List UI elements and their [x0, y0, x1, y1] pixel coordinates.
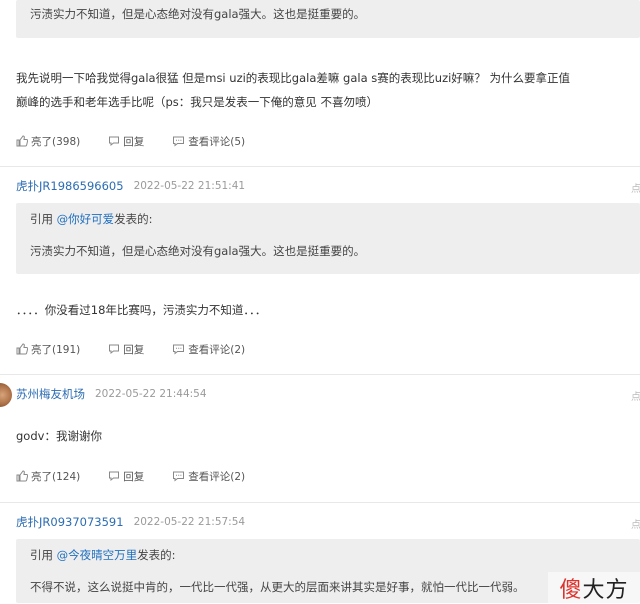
post-body: ．．．．你没看过18年比赛吗，污渍实力不知道．．．: [16, 303, 267, 317]
post-body-line: 巅峰的选手和老年选手比呢（ps：我只是发表一下俺的意见 不喜勿喷）: [16, 95, 378, 109]
post-header: 虎扑JR0937073591 2022-05-22 21:57:54: [16, 514, 245, 530]
comments-icon: [173, 344, 185, 355]
quote-text: 污渍实力不知道，但是心态绝对没有gala强大。这也是挺重要的。: [30, 244, 366, 258]
avatar[interactable]: [0, 383, 12, 407]
post-body-line: 我先说明一下哈我觉得gala很猛 但是msi uzi的表现比gala差嘛 gal…: [16, 71, 570, 85]
post-header: 苏州梅友机场 2022-05-22 21:44:54: [16, 386, 207, 402]
watermark-first-char: 傻: [559, 577, 583, 603]
comments-count: 查看评论(2): [188, 343, 246, 356]
reply-icon: [109, 344, 120, 355]
quote-user-link[interactable]: @你好可爱: [57, 212, 115, 226]
quote-box: 引用 @你好可爱发表的: 污渍实力不知道，但是心态绝对没有gala强大。这也是挺…: [16, 203, 640, 274]
post-actions: 亮了(124) 回复 查看评论(2): [16, 468, 273, 484]
watermark-rest: 大方: [582, 577, 629, 603]
comments-count: 查看评论(5): [188, 135, 246, 148]
view-comments-button[interactable]: 查看评论(2): [172, 469, 245, 484]
like-count: 亮了(398): [31, 135, 81, 148]
view-comments-button[interactable]: 查看评论(5): [172, 134, 245, 149]
light-up-link[interactable]: 点: [631, 516, 640, 531]
quote-prefix: 引用: [30, 212, 53, 226]
post-timestamp: 2022-05-22 21:44:54: [95, 388, 207, 400]
quote-suffix: 发表的:: [137, 548, 176, 562]
quote-header: 引用 @你好可爱发表的:: [30, 211, 153, 227]
light-up-link[interactable]: 点: [631, 180, 640, 195]
reply-label: 回复: [123, 470, 145, 483]
comments-count: 查看评论(2): [188, 470, 246, 483]
quote-header: 引用 @今夜晴空万里发表的:: [30, 547, 176, 563]
reply-label: 回复: [123, 343, 145, 356]
post-actions: 亮了(191) 回复 查看评论(2): [16, 341, 273, 357]
view-comments-button[interactable]: 查看评论(2): [172, 342, 245, 357]
post-actions: 亮了(398) 回复 查看评论(5): [16, 133, 273, 149]
thumbs-up-icon: [16, 470, 28, 482]
thumbs-up-icon: [16, 343, 28, 355]
quote-suffix: 发表的:: [114, 212, 153, 226]
watermark-logo: 傻大方: [548, 572, 640, 603]
divider: [0, 502, 640, 503]
thumbs-up-icon: [16, 135, 28, 147]
username-link[interactable]: 虎扑JR0937073591: [16, 514, 124, 530]
quote-user-link[interactable]: @今夜晴空万里: [57, 548, 138, 562]
reply-button[interactable]: 回复: [108, 469, 144, 484]
reply-label: 回复: [123, 135, 145, 148]
quote-prefix: 引用: [30, 548, 53, 562]
reply-icon: [109, 471, 120, 482]
like-button[interactable]: 亮了(398): [16, 134, 80, 149]
reply-button[interactable]: 回复: [108, 342, 144, 357]
quote-text: 污渍实力不知道，但是心态绝对没有gala强大。这也是挺重要的。: [30, 7, 366, 21]
post-timestamp: 2022-05-22 21:57:54: [133, 516, 246, 528]
username-link[interactable]: 虎扑JR1986596605: [16, 178, 124, 194]
divider: [0, 166, 640, 167]
quote-text: 不得不说，这么说挺中肯的，一代比一代强，从更大的层面来讲其实是好事，就怕一代比一…: [30, 580, 525, 594]
like-count: 亮了(124): [31, 470, 81, 483]
light-up-link[interactable]: 点: [631, 388, 640, 403]
reply-button[interactable]: 回复: [108, 134, 144, 149]
username-link[interactable]: 苏州梅友机场: [16, 386, 85, 402]
reply-icon: [109, 136, 120, 147]
divider: [0, 374, 640, 375]
comments-icon: [173, 136, 185, 147]
comments-icon: [173, 471, 185, 482]
post-header: 虎扑JR1986596605 2022-05-22 21:51:41: [16, 178, 245, 194]
post-timestamp: 2022-05-22 21:51:41: [133, 180, 246, 192]
quote-box: 污渍实力不知道，但是心态绝对没有gala强大。这也是挺重要的。: [16, 0, 640, 38]
like-button[interactable]: 亮了(191): [16, 342, 80, 357]
like-count: 亮了(191): [31, 343, 81, 356]
post-body: godv：我谢谢你: [16, 429, 102, 443]
like-button[interactable]: 亮了(124): [16, 469, 80, 484]
quote-box: 引用 @今夜晴空万里发表的: 不得不说，这么说挺中肯的，一代比一代强，从更大的层…: [16, 539, 640, 603]
